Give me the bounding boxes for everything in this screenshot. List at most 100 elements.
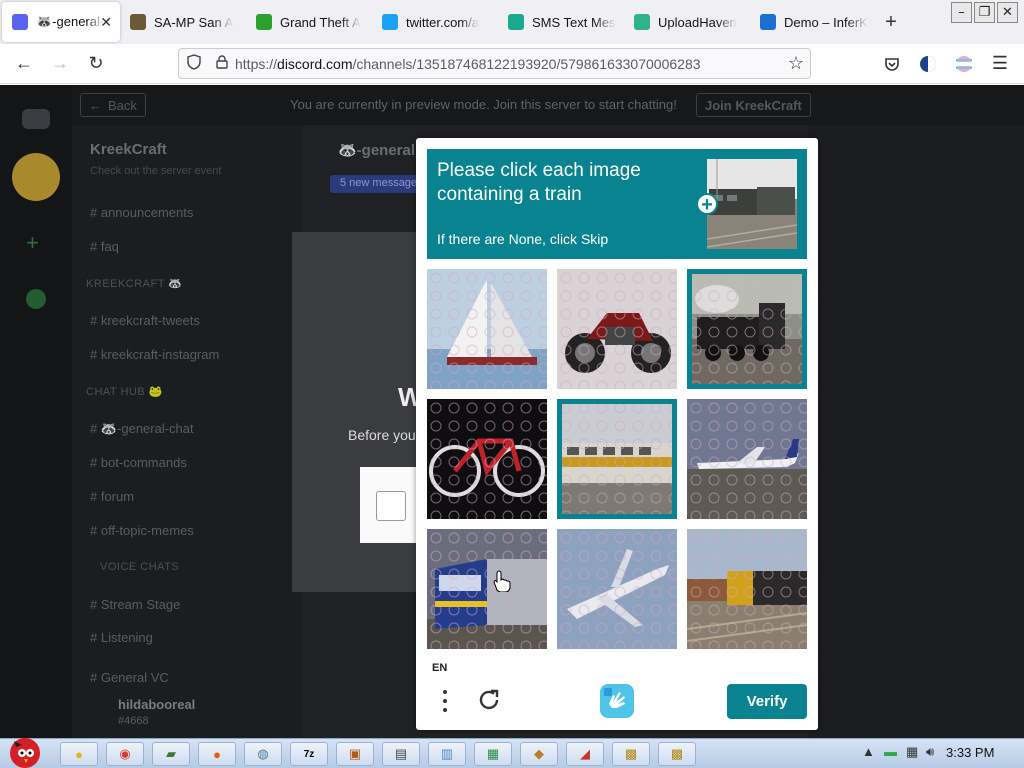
channel-hash-icon: # <box>90 523 101 538</box>
back-button[interactable]: ← Back <box>80 93 146 117</box>
app-taskbar-icon-7[interactable]: ▩ <box>658 742 696 766</box>
back-arrow-icon[interactable]: ← <box>8 48 40 80</box>
account-icon[interactable] <box>948 48 980 80</box>
captcha-subprompt: If there are None, click Skip <box>437 231 609 247</box>
download-icon <box>256 14 272 30</box>
section-kreekcraft[interactable]: KREEKCRAFT 🦝 <box>86 277 183 290</box>
menu-icon[interactable]: ☰ <box>984 48 1016 80</box>
minimize-button[interactable]: – <box>951 2 972 23</box>
explorer-taskbar-icon[interactable]: ● <box>60 742 98 766</box>
folder-taskbar-icon[interactable]: ▰ <box>152 742 190 766</box>
server-name[interactable]: KreekCraft <box>90 141 167 158</box>
network-taskbar-icon[interactable]: ◍ <box>244 742 282 766</box>
captcha-tile-freight-train[interactable] <box>687 529 807 649</box>
browser-tab[interactable]: UploadHaven <box>624 2 750 42</box>
verify-button[interactable]: Verify <box>727 684 807 719</box>
channel-label: forum <box>100 489 135 504</box>
sms-icon <box>508 14 524 30</box>
start-button-icon[interactable] <box>2 731 48 768</box>
browser-tab[interactable]: twitter.com/a <box>372 2 498 42</box>
battery-icon[interactable]: ▬ <box>884 744 897 759</box>
channel-label: bot-commands <box>100 455 187 470</box>
captcha-tile-airplane-flying[interactable] <box>557 529 677 649</box>
captcha-tile-sailboat[interactable] <box>427 269 547 389</box>
expand-example-icon[interactable]: + <box>696 193 718 215</box>
channel-hash-icon: # <box>90 313 101 328</box>
channel-item[interactable]: # forum <box>90 489 134 504</box>
channel-hash-icon: # <box>90 597 101 612</box>
new-tab-button[interactable]: + <box>876 2 906 42</box>
bookmark-star-icon[interactable]: ☆ <box>788 53 804 74</box>
channel-header: 🦝-general <box>338 142 416 159</box>
lock-icon[interactable] <box>209 55 235 72</box>
section-chat-hub[interactable]: CHAT HUB 🐸 <box>86 385 163 398</box>
tab-title: UploadHaven <box>658 14 737 30</box>
7zip-taskbar-icon[interactable]: 7z <box>290 742 328 766</box>
discord-home-icon[interactable] <box>22 109 50 129</box>
section-voice-chats[interactable]: VOICE CHATS <box>100 561 179 573</box>
voice-channel-item[interactable]: # Stream Stage <box>90 597 180 612</box>
captcha-tile-steam-train[interactable] <box>687 269 807 389</box>
channel-item[interactable]: # faq <box>90 239 119 254</box>
channel-item[interactable]: # bot-commands <box>90 455 187 470</box>
username: hildabooreal <box>118 697 196 712</box>
tab-title: Grand Theft A <box>280 14 361 30</box>
tab-title: SMS Text Mes <box>532 14 616 30</box>
clock[interactable]: 3:33 PM <box>946 745 994 760</box>
channel-item[interactable]: # 🦝-general-chat <box>90 421 194 437</box>
close-tab-icon[interactable]: ✕ <box>100 14 112 31</box>
browser-tab[interactable]: SMS Text Mes <box>498 2 624 42</box>
app-taskbar-icon-4[interactable]: ◆ <box>520 742 558 766</box>
discord-icon <box>12 14 28 30</box>
app-taskbar-icon-2[interactable]: ▤ <box>382 742 420 766</box>
browser-tab[interactable]: SA-MP San A <box>120 2 246 42</box>
join-server-button[interactable]: Join KreekCraft <box>696 93 811 117</box>
channel-label: Stream Stage <box>100 597 181 612</box>
captcha-tile-passenger-train[interactable] <box>557 399 677 519</box>
inferkit-icon <box>760 14 776 30</box>
channel-item[interactable]: # kreekcraft-instagram <box>90 347 219 362</box>
network-tray-icon[interactable]: ▦ <box>906 744 918 760</box>
forward-arrow-icon[interactable]: → <box>44 48 76 80</box>
chrome-taskbar-icon[interactable]: ◉ <box>106 742 144 766</box>
more-options-icon[interactable] <box>438 688 452 714</box>
new-messages-bar[interactable]: 5 new messages <box>340 177 423 189</box>
volume-icon[interactable]: 🔊︎ <box>926 744 934 760</box>
shield-icon[interactable] <box>179 54 209 73</box>
pocket-icon[interactable] <box>876 48 908 80</box>
maximize-button[interactable]: ❐ <box>974 2 995 23</box>
captcha-checkbox[interactable] <box>376 491 406 521</box>
explore-icon[interactable] <box>26 289 46 309</box>
captcha-tile-airplane[interactable] <box>687 399 807 519</box>
close-window-button[interactable]: ✕ <box>997 2 1018 23</box>
kreekcraft-server-icon[interactable] <box>12 153 60 201</box>
channel-item[interactable]: # off-topic-memes <box>90 523 194 538</box>
captcha-header: Please click each image containing a tra… <box>427 149 807 259</box>
tray-expand-icon[interactable]: ▲ <box>862 744 875 759</box>
browser-tab[interactable]: Demo – InferK <box>750 2 876 42</box>
language-selector[interactable]: EN <box>432 662 447 674</box>
firefox-taskbar-icon[interactable]: ● <box>198 742 236 766</box>
refresh-challenge-icon[interactable] <box>476 687 502 713</box>
app-taskbar-icon-3[interactable]: ▦ <box>474 742 512 766</box>
app-taskbar-icon-5[interactable]: ◢ <box>566 742 604 766</box>
voice-channel-item[interactable]: # General VC <box>90 670 169 685</box>
browser-tab[interactable]: 🦝-general- ✕ <box>2 2 120 42</box>
notepad-taskbar-icon[interactable]: ▥ <box>428 742 466 766</box>
voice-channel-item[interactable]: # Listening <box>90 630 153 645</box>
address-bar[interactable]: https://discord.com/channels/13518746812… <box>178 48 811 79</box>
app-taskbar-icon-1[interactable]: ▣ <box>336 742 374 766</box>
add-server-icon[interactable]: + <box>26 230 39 256</box>
captcha-tile-blue-train[interactable] <box>427 529 547 649</box>
browser-tab[interactable]: Grand Theft A <box>246 2 372 42</box>
member-list <box>808 85 1024 738</box>
captcha-tile-motorcycle[interactable] <box>557 269 677 389</box>
app-taskbar-icon-6[interactable]: ▩ <box>612 742 650 766</box>
channel-item[interactable]: # announcements <box>90 205 193 220</box>
extension-icon[interactable] <box>912 48 944 80</box>
captcha-prompt: Please click each image containing a tra… <box>437 160 641 205</box>
channel-label: Listening <box>100 630 153 645</box>
reload-icon[interactable]: ↻ <box>80 48 112 80</box>
captcha-tile-bicycle[interactable] <box>427 399 547 519</box>
channel-item[interactable]: # kreekcraft-tweets <box>90 313 200 328</box>
